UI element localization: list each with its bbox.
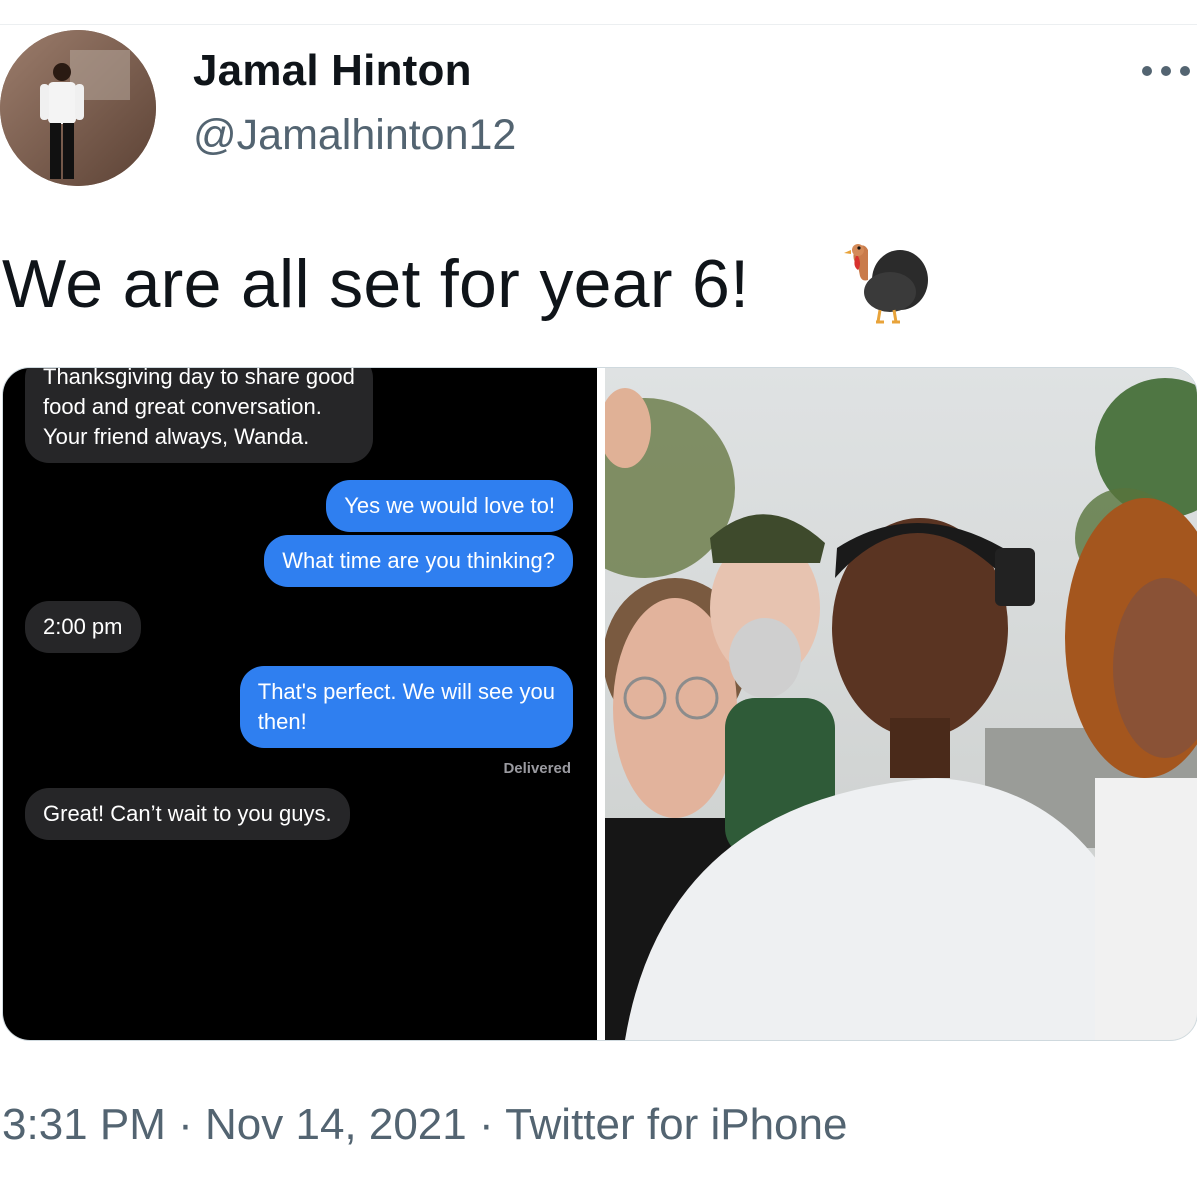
tweet-meta: 3:31 PM · Nov 14, 2021 · Twitter for iPh…	[2, 1100, 847, 1150]
message-line: food and great conversation.	[43, 394, 322, 419]
message-bubble: What time are you thinking?	[264, 535, 573, 587]
message-bubble: Great! Can’t wait to you guys.	[25, 788, 350, 840]
message-line: What time are you thinking?	[282, 548, 555, 573]
separator: ·	[178, 1100, 193, 1149]
more-options-icon[interactable]	[1138, 60, 1194, 84]
separator: ·	[478, 1100, 494, 1149]
tweet-date[interactable]: Nov 14, 2021	[205, 1100, 467, 1149]
imessage-screenshot[interactable]: Thanksgiving day to share good food and …	[3, 368, 597, 1040]
author-handle[interactable]: @Jamalhinton12	[193, 111, 516, 160]
message-line: Thanksgiving day to share good	[43, 368, 355, 389]
message-line: Yes we would love to!	[344, 493, 555, 518]
message-line: then!	[257, 709, 307, 734]
message-bubble: That's perfect. We will see you then!	[239, 666, 573, 748]
message-line: Great! Can’t wait to you guys.	[43, 801, 332, 826]
author-name[interactable]: Jamal Hinton	[193, 46, 472, 96]
message-line: Your friend always, Wanda.	[43, 424, 310, 449]
turkey-emoji-icon	[838, 236, 930, 328]
tweet-media[interactable]: Thanksgiving day to share good food and …	[2, 367, 1197, 1041]
tweet-text: We are all set for year 6!	[2, 246, 750, 322]
delivered-status: Delivered	[503, 760, 571, 777]
message-bubble: 2:00 pm	[25, 601, 141, 653]
message-line: That's perfect. We will see you	[257, 679, 555, 704]
tweet-source[interactable]: Twitter for iPhone	[505, 1100, 847, 1149]
tweet-time[interactable]: 3:31 PM	[2, 1100, 166, 1149]
top-divider	[0, 24, 1197, 25]
avatar[interactable]	[0, 30, 156, 186]
message-bubble: Yes we would love to!	[326, 480, 573, 532]
message-bubble: Thanksgiving day to share good food and …	[25, 368, 373, 463]
selfie-photo[interactable]	[605, 368, 1197, 1040]
message-line: 2:00 pm	[43, 614, 123, 639]
